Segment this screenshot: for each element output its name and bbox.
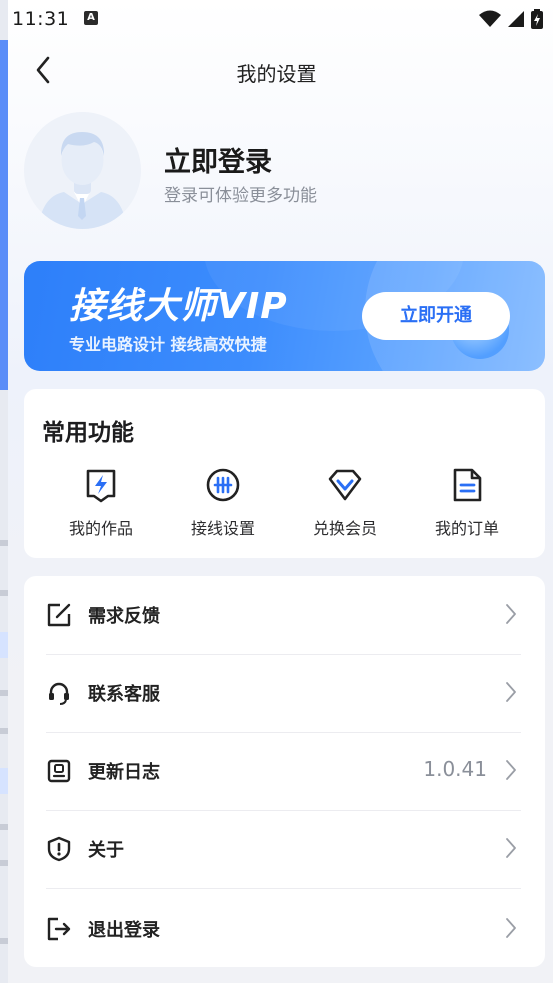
func-wiring-settings[interactable]: 接线设置 <box>168 467 278 539</box>
settings-list-card: 需求反馈 联系客服 更新日志 1.0.41 关于 退出登录 <box>24 576 545 967</box>
vip-open-button[interactable]: 立即开通 <box>362 292 510 340</box>
login-subtitle: 登录可体验更多功能 <box>164 186 317 206</box>
list-item-label: 更新日志 <box>88 762 160 783</box>
list-item-feedback[interactable]: 需求反馈 <box>46 576 521 654</box>
version-value: 1.0.41 <box>423 757 487 781</box>
func-redeem-vip[interactable]: 兑换会员 <box>290 467 400 539</box>
avatar[interactable] <box>24 112 141 229</box>
chevron-right-icon <box>506 760 516 780</box>
divider <box>46 888 521 889</box>
func-my-works[interactable]: 我的作品 <box>46 467 156 539</box>
func-my-orders[interactable]: 我的订单 <box>412 467 522 539</box>
list-item-label: 需求反馈 <box>88 606 160 627</box>
signal-icon <box>508 11 524 27</box>
common-functions-card: 常用功能 我的作品 接线设置 兑换会员 我的订单 <box>24 389 545 558</box>
chevron-right-icon <box>506 918 516 938</box>
func-label: 我的作品 <box>68 519 133 538</box>
diamond-icon <box>328 469 362 501</box>
vip-subtitle: 专业电路设计 接线高效快捷 <box>69 335 267 354</box>
status-bar: 11:31 A <box>0 0 553 38</box>
list-item-customer-service[interactable]: 联系客服 <box>46 654 521 732</box>
lightning-doc-icon <box>86 469 116 503</box>
wifi-icon <box>479 10 501 27</box>
chevron-right-icon <box>506 604 516 624</box>
func-label: 接线设置 <box>190 519 255 538</box>
battery-icon <box>531 9 543 29</box>
background-page-sliver <box>0 0 8 983</box>
list-item-update-log[interactable]: 更新日志 1.0.41 <box>46 732 521 810</box>
status-time: 11:31 <box>12 8 70 30</box>
login-title[interactable]: 立即登录 <box>164 140 272 179</box>
order-doc-icon <box>453 468 482 502</box>
headset-icon <box>49 682 69 705</box>
wiring-icon <box>206 468 240 502</box>
list-item-about[interactable]: 关于 <box>46 810 521 888</box>
list-item-label: 关于 <box>88 840 124 861</box>
vip-title: 接线大师VIP <box>69 286 288 327</box>
chevron-right-icon <box>506 838 516 858</box>
notification-icon: A <box>84 11 98 25</box>
status-icons <box>479 9 543 29</box>
func-label: 我的订单 <box>434 519 499 538</box>
default-avatar-icon <box>24 112 141 229</box>
func-label: 兑换会员 <box>312 519 377 538</box>
list-item-label: 联系客服 <box>88 684 160 705</box>
list-item-label: 退出登录 <box>88 920 160 941</box>
shield-info-icon <box>47 836 71 862</box>
logout-icon <box>47 917 71 941</box>
edit-icon <box>47 603 71 627</box>
list-item-logout[interactable]: 退出登录 <box>46 890 521 968</box>
common-functions-title: 常用功能 <box>42 420 134 446</box>
page-title: 我的设置 <box>236 62 317 86</box>
log-icon <box>47 759 71 783</box>
chevron-right-icon <box>506 682 516 702</box>
vip-banner[interactable]: 接线大师VIP 专业电路设计 接线高效快捷 立即开通 <box>24 261 545 371</box>
